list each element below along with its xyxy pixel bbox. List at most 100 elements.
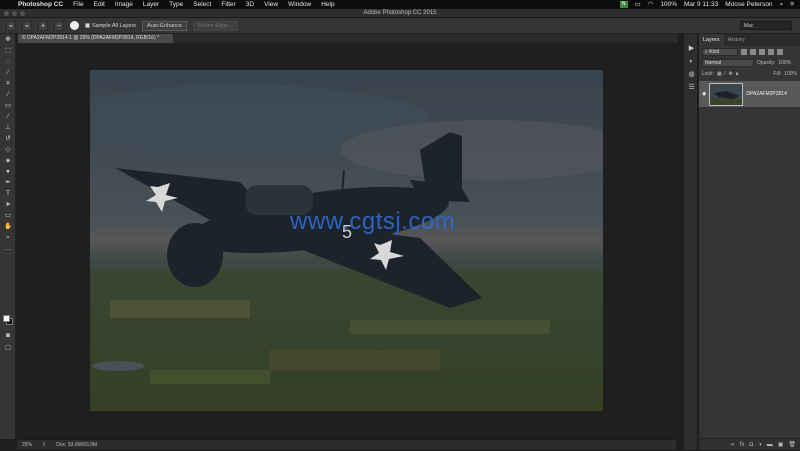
menu-edit[interactable]: Edit [89,0,110,9]
menu-view[interactable]: View [259,0,283,9]
visibility-eye-icon[interactable]: ◉ [702,91,706,97]
clone-stamp-tool-icon[interactable]: ⊥ [0,122,16,133]
minimize-window-button[interactable] [12,11,17,16]
filter-kind-select[interactable]: ⌕ Kind [702,47,738,56]
display-icon[interactable]: ▭ [635,0,641,9]
gradient-tool-icon[interactable]: ◈ [0,155,16,166]
fx-icon[interactable]: fx [740,439,745,450]
shape-filter-icon[interactable] [768,48,774,55]
move-tool-icon[interactable]: ✥ [0,34,16,45]
opacity-value[interactable]: 100% [778,60,791,66]
status-bar: 25% ⇪ Doc: 93.9M/93.9M [17,439,676,450]
lock-row: Lock: ▦ ⁄ ✥ 🔒︎ Fill: 100% [699,68,800,79]
menu-image[interactable]: Image [110,0,138,9]
layer-row[interactable]: ◉ DPA2AFM2P2814 [699,81,800,107]
menu-file[interactable]: File [68,0,88,9]
sample-all-layers-checkbox[interactable]: Sample All Layers [85,23,136,29]
adjustments-icon[interactable]: ◐ [684,55,699,68]
zoom-level[interactable]: 25% [22,440,32,450]
document-tab[interactable]: © DPA2AFM2P2814-1 @ 25% (DPA2AFM2P2814, … [18,34,173,43]
menu-filter[interactable]: Filter [216,0,240,9]
options-bar: ⌁ ⌁ + − Sample All Layers Auto-Enhance R… [0,18,800,34]
rectangle-tool-icon[interactable]: ▭ [0,210,16,221]
brush-tool-icon[interactable]: ⁄ [0,111,16,122]
zoom-tool-icon[interactable]: ⌕ [0,232,16,243]
blend-mode-select[interactable]: Normal [702,58,754,67]
more-tools-icon[interactable]: … [0,243,16,254]
quick-mask-icon[interactable]: ◙ [0,330,16,341]
clock[interactable]: Mar 9 11:33 [684,0,718,9]
zoom-window-button[interactable] [20,11,25,16]
tab-layers[interactable]: Layers [699,34,724,46]
menu-app[interactable]: Photoshop CC [13,0,68,9]
crop-tool-icon[interactable]: ⌗ [0,78,16,89]
battery-percent[interactable]: 100% [660,0,677,9]
menu-type[interactable]: Type [164,0,188,9]
group-folder-icon[interactable]: ▬ [767,439,773,450]
tab-history[interactable]: History [724,34,749,46]
lock-pixels-icon[interactable]: ▦ [717,71,722,77]
brush-presets-icon[interactable]: ◍ [684,68,699,81]
path-selection-tool-icon[interactable]: ➤ [0,199,16,210]
type-filter-icon[interactable] [759,48,765,55]
lock-paint-icon[interactable]: ⁄ [725,71,726,77]
layers-panel: Layers History ⌕ Kind Normal Opacity: 10… [699,34,800,450]
pixel-filter-icon[interactable] [741,48,747,55]
workspace-select[interactable]: Mac [740,21,792,30]
trash-icon[interactable]: 🗑︎ [788,439,796,450]
adjustment-filter-icon[interactable] [750,48,756,55]
menu-select[interactable]: Select [188,0,216,9]
export-icon[interactable]: ⇪ [42,440,46,450]
hand-tool-icon[interactable]: ✋ [0,221,16,232]
add-mask-icon[interactable]: ◘ [749,439,753,450]
menu-layer[interactable]: Layer [138,0,164,9]
panel-tabs: Layers History [699,34,800,46]
new-selection-icon[interactable]: ⌁ [22,20,32,31]
filter-kind-label: Kind [709,48,720,55]
add-selection-icon[interactable]: + [38,20,48,31]
fill-value[interactable]: 100% [784,71,797,77]
list-icon[interactable]: ≡ [790,0,794,9]
lasso-tool-icon[interactable]: ◌ [0,56,16,67]
adjustment-layer-icon[interactable]: ◑ [758,439,762,450]
properties-icon[interactable]: ☰ [684,81,699,94]
marquee-tool-icon[interactable]: ⬚ [0,45,16,56]
smart-filter-icon[interactable] [777,48,783,55]
close-window-button[interactable] [4,11,9,16]
opacity-label: Opacity: [757,59,776,66]
subtract-selection-icon[interactable]: − [54,20,64,31]
history-brush-tool-icon[interactable]: ↺ [0,133,16,144]
tool-preset-icon[interactable]: ⌁ [6,20,16,31]
fill-label: Fill: [773,70,782,77]
menu-help[interactable]: Help [316,0,339,9]
lock-all-icon[interactable]: 🔒︎ [736,71,739,77]
screen-mode-icon[interactable]: ▢ [0,342,16,353]
new-layer-icon[interactable]: ▣ [778,439,784,450]
user-name[interactable]: Moose Peterson [725,0,772,9]
search-icon[interactable]: ⌕ [780,0,784,9]
document-size[interactable]: Doc: 93.9M/93.9M [56,440,97,450]
document-image[interactable]: 5 www.cgtsj.com [90,70,603,411]
status-app-icon[interactable]: N [619,1,628,8]
healing-brush-tool-icon[interactable]: ▭ [0,100,16,111]
menu-3d[interactable]: 3D [241,0,259,9]
brush-size-icon[interactable] [70,21,79,30]
eraser-tool-icon[interactable]: ◇ [0,144,16,155]
checkbox-box[interactable] [85,23,90,28]
wifi-icon[interactable]: ◠ [648,0,654,9]
type-tool-icon[interactable]: T [0,188,16,199]
auto-enhance-button[interactable]: Auto-Enhance [142,20,187,31]
layer-name[interactable]: DPA2AFM2P2814 [746,91,786,97]
lock-position-icon[interactable]: ✥ [729,71,733,77]
menu-window[interactable]: Window [283,0,316,9]
play-icon[interactable]: ▶ [684,42,699,55]
dodge-tool-icon[interactable]: ● [0,166,16,177]
menu-bar: Photoshop CC File Edit Image Layer Type … [0,0,800,9]
eyedropper-tool-icon[interactable]: ⁄ [0,89,16,100]
link-layers-icon[interactable]: ∞ [731,439,735,450]
refine-edge-button[interactable]: Refine Edge... [192,20,238,31]
pen-tool-icon[interactable]: ✒ [0,177,16,188]
foreground-color-swatch[interactable] [3,315,10,322]
canvas-area[interactable]: 5 www.cgtsj.com [17,43,676,438]
quick-selection-tool-icon[interactable]: ⁄ [0,67,16,78]
